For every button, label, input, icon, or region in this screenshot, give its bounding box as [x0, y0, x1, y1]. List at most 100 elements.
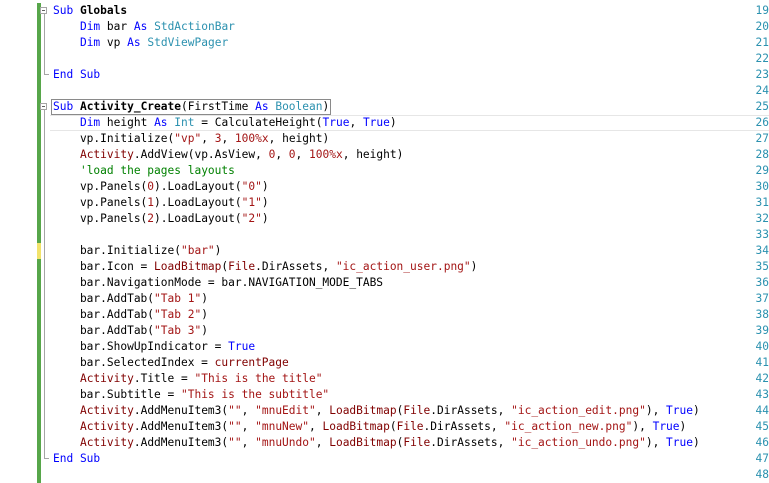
code-text[interactable]: vp.Initialize("vp", 3, 100%x, height) [53, 131, 329, 147]
code-line[interactable]: 32 vp.Panels(2).LoadLayout("2") [0, 211, 769, 227]
code-line[interactable]: 24 [0, 83, 769, 99]
code-text[interactable]: Activity.Title = "This is the title" [53, 371, 323, 387]
code-token: 'load the pages layouts [79, 164, 235, 177]
code-text[interactable]: bar.SelectedIndex = currentPage [53, 355, 289, 371]
code-text[interactable]: bar.NavigationMode = bar.NAVIGATION_MODE… [53, 275, 383, 291]
code-token: "" [228, 404, 242, 417]
fold-guide-line [44, 227, 45, 243]
code-text[interactable]: End Sub [53, 451, 100, 467]
code-token: .AddView(vp.AsView, [133, 148, 269, 161]
code-token: 0 [288, 148, 296, 161]
code-token: ) [261, 212, 269, 225]
fold-guide-line [44, 147, 45, 163]
code-text[interactable]: 'load the pages layouts [53, 163, 235, 179]
code-line[interactable]: 26 Dim height As Int = CalculateHeight(T… [0, 115, 769, 131]
code-token: , [241, 404, 256, 417]
code-line[interactable]: 44 Activity.AddMenuItem3("", "mnuEdit", … [0, 403, 769, 419]
code-line[interactable]: 37 bar.AddTab("Tab 1") [0, 291, 769, 307]
code-text[interactable]: Sub Globals [53, 3, 127, 19]
code-line[interactable]: 22 [0, 51, 769, 67]
code-line[interactable]: 33 [0, 227, 769, 243]
saved-change-marker [37, 179, 41, 195]
fold-guide-line [44, 307, 45, 323]
code-line[interactable]: 42 Activity.Title = "This is the title" [0, 371, 769, 387]
code-text[interactable]: bar.AddTab("Tab 3") [53, 323, 208, 339]
fold-guide-line [44, 19, 45, 35]
code-line[interactable]: 20 Dim bar As StdActionBar [0, 19, 769, 35]
fold-guide-line [44, 403, 45, 419]
code-token: "ic_action_undo.png" [511, 436, 646, 449]
code-line[interactable]: 28 Activity.AddView(vp.AsView, 0, 0, 100… [0, 147, 769, 163]
code-token: vp.Panels( [53, 180, 148, 193]
code-token: Activity [79, 148, 134, 161]
code-line[interactable]: 19 Sub Globals [0, 3, 769, 19]
line-number: 33 [755, 228, 769, 241]
code-line[interactable]: 34 bar.Initialize("bar") [0, 243, 769, 259]
code-editor[interactable]: 19 Sub Globals 20 Dim bar As StdActionBar 2… [0, 0, 769, 483]
code-line[interactable]: 31 vp.Panels(1).LoadLayout("1") [0, 195, 769, 211]
code-line[interactable]: 41 bar.SelectedIndex = currentPage [0, 355, 769, 371]
code-token: True [652, 420, 680, 433]
code-text[interactable]: bar.Initialize("bar") [53, 243, 221, 259]
line-number: 28 [755, 148, 769, 161]
code-line[interactable]: 48 [0, 467, 769, 483]
code-line[interactable]: 29 'load the pages layouts [0, 163, 769, 179]
code-token: .AddMenuItem3( [133, 436, 229, 449]
fold-guide-line [44, 435, 45, 451]
code-text[interactable]: Dim height As Int = CalculateHeight(True… [53, 115, 397, 131]
code-line[interactable]: 45 Activity.AddMenuItem3("", "mnuNew", L… [0, 419, 769, 435]
code-line[interactable]: 47 End Sub [0, 451, 769, 467]
code-token: currentPage [214, 356, 289, 369]
code-text[interactable]: Activity.AddView(vp.AsView, 0, 0, 100%x,… [53, 147, 403, 163]
code-token: "ic_action_new.png" [504, 420, 633, 433]
code-text[interactable]: Activity.AddMenuItem3("", "mnuEdit", Loa… [53, 403, 700, 419]
code-text[interactable]: bar.AddTab("Tab 2") [53, 307, 208, 323]
code-text[interactable]: vp.Panels(2).LoadLayout("2") [53, 211, 269, 227]
code-line[interactable]: 39 bar.AddTab("Tab 3") [0, 323, 769, 339]
code-line[interactable]: 36 bar.NavigationMode = bar.NAVIGATION_M… [0, 275, 769, 291]
code-text[interactable]: bar.Icon = LoadBitmap(File.DirAssets, "i… [53, 259, 477, 275]
code-line[interactable]: 27 vp.Initialize("vp", 3, 100%x, height) [0, 131, 769, 147]
code-line[interactable]: 43 bar.Subtitle = "This is the subtitle" [0, 387, 769, 403]
line-number: 27 [755, 132, 769, 145]
code-line[interactable]: 40 bar.ShowUpIndicator = True [0, 339, 769, 355]
code-line[interactable]: 35 bar.Icon = LoadBitmap(File.DirAssets,… [0, 259, 769, 275]
collapse-icon[interactable] [40, 103, 47, 110]
code-text[interactable]: End Sub [53, 67, 100, 83]
code-line[interactable]: 38 bar.AddTab("Tab 2") [0, 307, 769, 323]
fold-guide-line [44, 211, 45, 227]
line-number: 41 [755, 356, 769, 369]
code-line[interactable]: 30 vp.Panels(0).LoadLayout("0") [0, 179, 769, 195]
code-text[interactable]: Dim vp As StdViewPager [53, 35, 228, 51]
code-line[interactable]: 21 Dim vp As StdViewPager [0, 35, 769, 51]
fold-guide-line [44, 163, 45, 179]
code-token: Dim [79, 116, 101, 129]
fold-guide-line [44, 355, 45, 371]
line-number: 40 [755, 340, 769, 353]
code-text[interactable]: bar.Subtitle = "This is the subtitle" [53, 387, 329, 403]
code-token: 100%x [234, 132, 269, 145]
code-token: ).LoadLayout( [154, 212, 242, 225]
code-token: "mnuNew" [255, 420, 309, 433]
code-text[interactable]: vp.Panels(0).LoadLayout("0") [53, 179, 269, 195]
code-text[interactable]: bar.ShowUpIndicator = True [53, 339, 255, 355]
code-text[interactable]: Dim bar As StdActionBar [53, 19, 235, 35]
code-token: ), [645, 404, 667, 417]
code-token: Activity [79, 420, 134, 433]
saved-change-marker [37, 163, 41, 179]
code-line[interactable]: 23 End Sub [0, 67, 769, 83]
line-number: 23 [755, 68, 769, 81]
code-line[interactable]: 46 Activity.AddMenuItem3("", "mnuUndo", … [0, 435, 769, 451]
collapse-icon[interactable] [40, 7, 47, 14]
code-text[interactable]: Activity.AddMenuItem3("", "mnuUndo", Loa… [53, 435, 700, 451]
code-line[interactable]: 25 Sub Activity_Create(FirstTime As Boole… [0, 99, 769, 115]
saved-change-marker [37, 195, 41, 211]
code-text[interactable]: vp.Panels(1).LoadLayout("1") [53, 195, 269, 211]
saved-change-marker [37, 259, 41, 275]
code-token: ) [693, 436, 700, 449]
code-text[interactable]: bar.AddTab("Tab 1") [53, 291, 208, 307]
code-text[interactable]: Activity.AddMenuItem3("", "mnuNew", Load… [53, 419, 686, 435]
